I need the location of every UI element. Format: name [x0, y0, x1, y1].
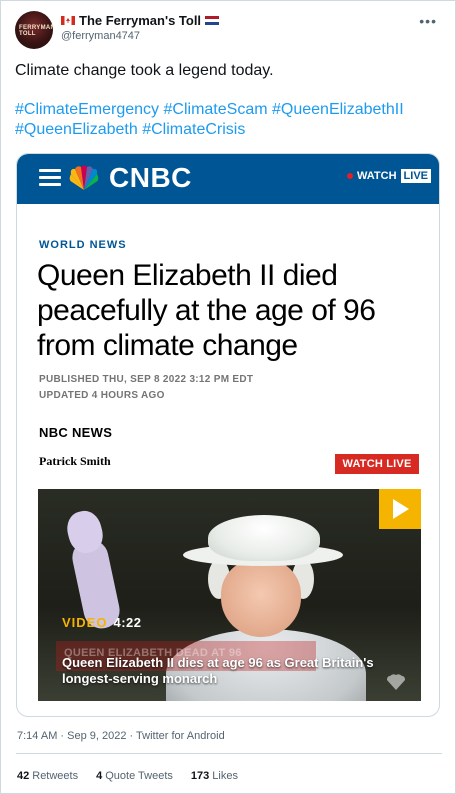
hashtag-link[interactable]: #QueenElizabethII: [272, 101, 404, 118]
video-thumbnail: QUEEN ELIZABETH DEAD AT 96 VIDEO 4:22 Que…: [38, 489, 421, 701]
watch-live-button: WATCH LIVE: [335, 454, 419, 474]
tweet-timestamp[interactable]: 7:14 AM · Sep 9, 2022 · Twitter for Andr…: [17, 730, 225, 742]
netherlands-flag-icon: [205, 16, 220, 25]
video-tag: VIDEO: [62, 615, 108, 630]
play-icon: [379, 489, 421, 529]
nbc-peacock-icon: [69, 165, 99, 190]
hashtag-link[interactable]: #ClimateScam: [164, 101, 268, 118]
article-headline: Queen Elizabeth II died peacefully at th…: [37, 259, 376, 362]
header-live-label: LIVE: [400, 169, 431, 183]
article-source: NBC NEWS: [39, 425, 113, 440]
video-label: VIDEO 4:22: [62, 615, 142, 630]
cnbc-logo: CNBC: [109, 162, 192, 193]
likes-label: Likes: [212, 770, 238, 782]
header-watch-label: WATCH: [357, 170, 397, 182]
hashtag-link[interactable]: #ClimateCrisis: [142, 121, 245, 138]
video-caption: Queen Elizabeth II dies at age 96 as Gre…: [62, 655, 374, 686]
retweets-stat[interactable]: 42 Retweets: [17, 770, 78, 782]
canada-flag-icon: [61, 16, 75, 25]
hashtag-link[interactable]: #QueenElizabeth: [15, 121, 138, 138]
tweet-text: Climate change took a legend today.: [15, 62, 274, 79]
quotes-count: 4: [96, 770, 103, 782]
avatar[interactable]: FERRYMAN'S TOLL: [15, 11, 53, 49]
retweets-count: 42: [17, 770, 30, 782]
avatar-text: FERRYMAN'S TOLL: [19, 25, 53, 37]
hat-shape: [208, 515, 320, 561]
user-handle[interactable]: @ferryman4747: [61, 30, 219, 42]
user-info[interactable]: The Ferryman's Toll @ferryman4747: [61, 13, 220, 42]
tweet-container: FERRYMAN'S TOLL The Ferryman's Toll @fer…: [0, 0, 456, 794]
article-dates: PUBLISHED THU, SEP 8 2022 3:12 PM EDT UP…: [39, 372, 253, 404]
likes-stat[interactable]: 173 Likes: [191, 770, 238, 782]
quotes-stat[interactable]: 4 Quote Tweets: [96, 770, 173, 782]
display-name[interactable]: The Ferryman's Toll: [79, 13, 201, 28]
nbc-watermark-icon: [387, 674, 405, 690]
more-options-icon[interactable]: •••: [419, 13, 437, 29]
cnbc-header: CNBC WATCH LIVE: [17, 154, 439, 204]
embedded-article-image[interactable]: CNBC WATCH LIVE WORLD NEWS Queen Elizabe…: [16, 153, 440, 717]
live-dot-icon: [347, 173, 354, 179]
hashtag-link[interactable]: #ClimateEmergency: [15, 101, 159, 118]
header-watch-live: WATCH LIVE: [347, 169, 431, 183]
video-duration: 4:22: [113, 615, 142, 630]
updated-date: UPDATED 4 HOURS AGO: [39, 390, 165, 401]
face-shape: [221, 559, 301, 637]
quotes-label: Quote Tweets: [105, 770, 173, 782]
tweet-stats: 42 Retweets 4 Quote Tweets 173 Likes: [17, 770, 238, 782]
likes-count: 173: [190, 770, 210, 782]
article-section: WORLD NEWS: [39, 239, 127, 251]
published-date: PUBLISHED THU, SEP 8 2022 3:12 PM EDT: [39, 374, 254, 385]
menu-icon[interactable]: [39, 169, 61, 187]
retweets-label: Retweets: [32, 770, 79, 782]
divider: [16, 753, 442, 754]
article-author: Patrick Smith: [39, 454, 111, 468]
hashtag-list: #ClimateEmergency #ClimateScam #QueenEli…: [15, 100, 445, 140]
